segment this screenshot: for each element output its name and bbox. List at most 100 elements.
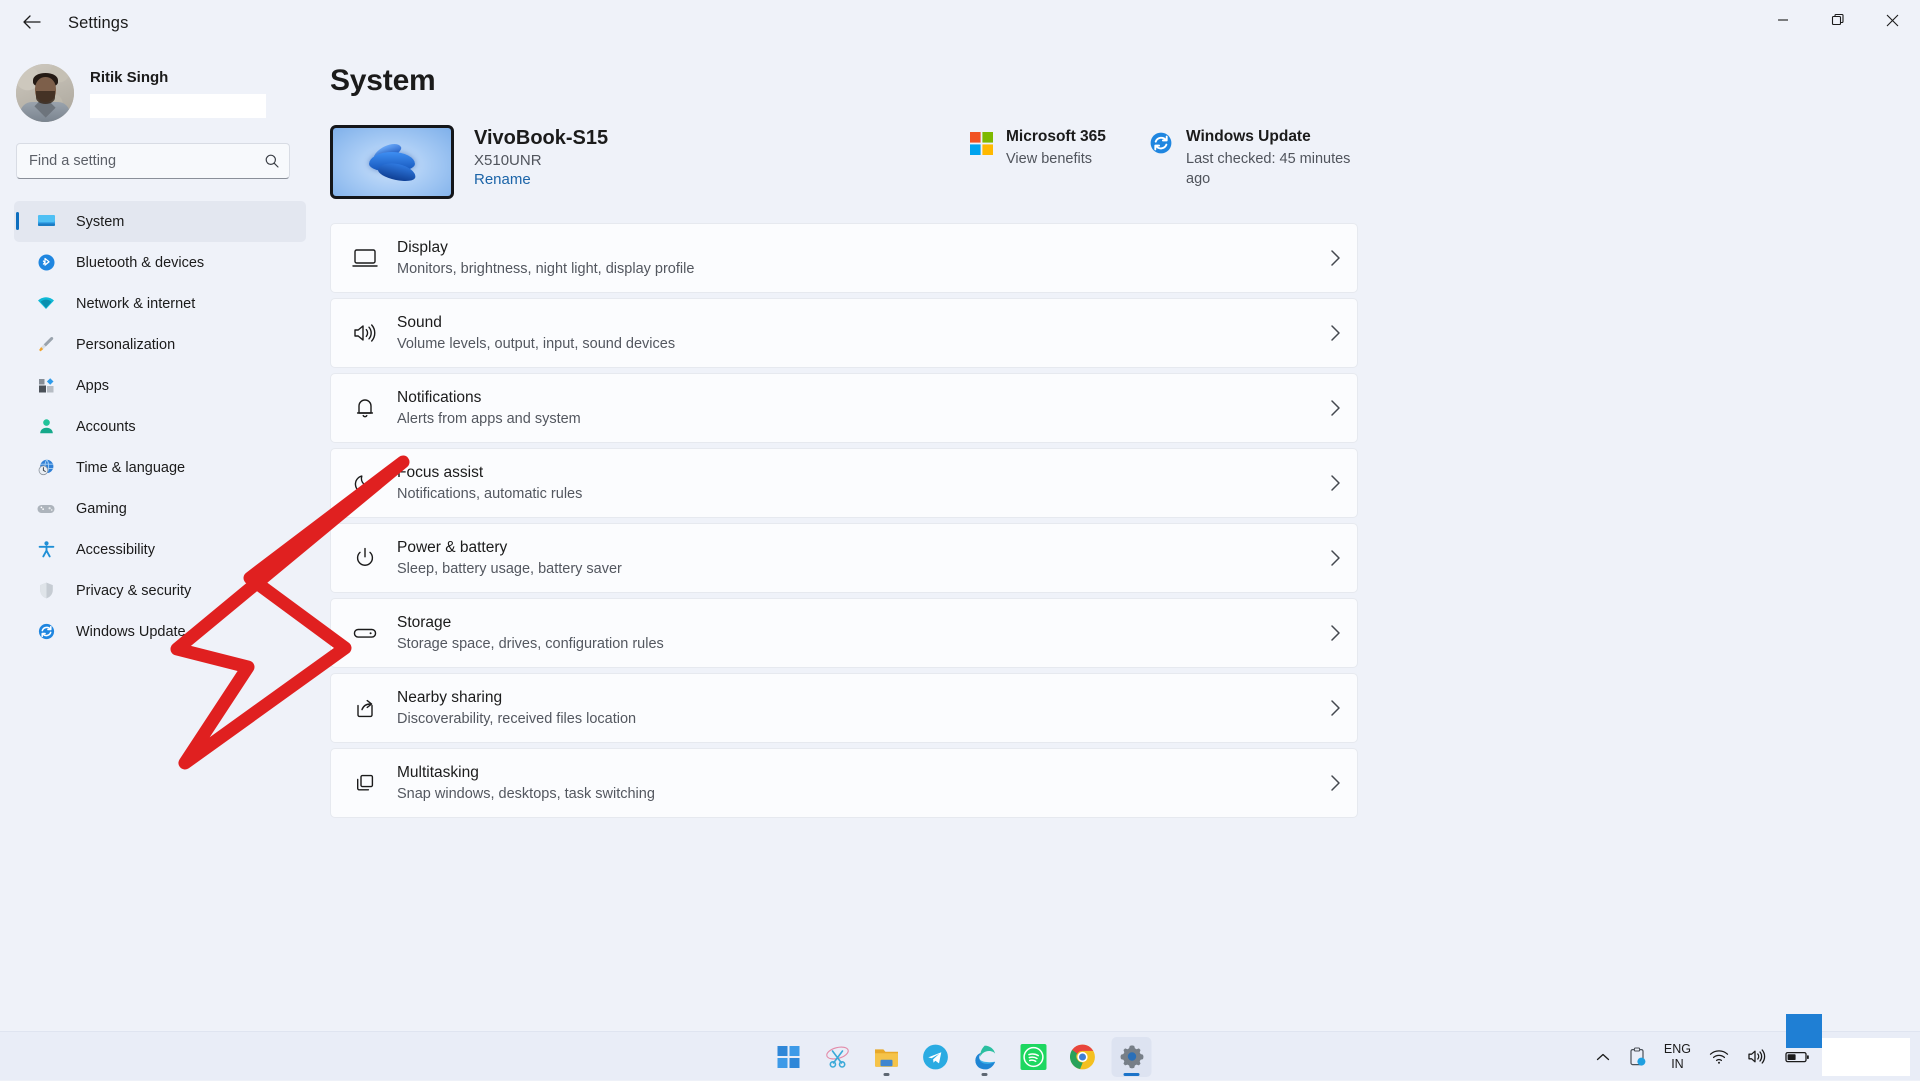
gamepad-icon — [36, 499, 56, 519]
sidebar-item-label: Network & internet — [76, 296, 195, 312]
setting-title: Display — [397, 239, 448, 256]
sidebar-item-system[interactable]: System — [14, 201, 306, 242]
sidebar-item-apps[interactable]: Apps — [14, 365, 306, 406]
sidebar-item-label: Accounts — [76, 419, 136, 435]
speaker-icon — [349, 322, 381, 344]
drive-icon — [349, 623, 381, 643]
edge-icon — [972, 1044, 998, 1070]
tray-wifi-button[interactable] — [1702, 1039, 1736, 1075]
card-title: Microsoft 365 — [1006, 128, 1106, 145]
rename-link[interactable]: Rename — [474, 171, 531, 188]
search-button[interactable] — [255, 144, 289, 178]
setting-subtitle: Alerts from apps and system — [397, 410, 1313, 428]
sidebar-item-label: Accessibility — [76, 542, 155, 558]
chevron-up-icon — [1596, 1052, 1610, 1062]
close-button[interactable] — [1865, 0, 1920, 40]
tray-overflow-button[interactable] — [1589, 1039, 1617, 1075]
setting-title: Notifications — [397, 389, 481, 406]
language-line-1: ENG — [1664, 1042, 1691, 1056]
minimize-button[interactable] — [1755, 0, 1810, 40]
sidebar-item-gaming[interactable]: Gaming — [14, 488, 306, 529]
bluetooth-icon — [36, 253, 56, 273]
device-model: X510UNR — [474, 152, 608, 169]
moon-icon — [349, 471, 381, 495]
user-profile[interactable]: Ritik Singh — [16, 58, 306, 128]
scissors-icon — [825, 1044, 851, 1070]
sidebar-item-personalization[interactable]: Personalization — [14, 324, 306, 365]
spotify-icon — [1021, 1044, 1047, 1070]
accessibility-person-icon — [36, 540, 56, 560]
avatar — [16, 64, 74, 122]
onedrive-sync-icon — [1628, 1047, 1646, 1067]
taskbar-file-explorer[interactable] — [867, 1037, 907, 1077]
sidebar-item-time-language[interactable]: Time & language — [14, 447, 306, 488]
setting-row-multitasking[interactable]: Multitasking Snap windows, desktops, tas… — [330, 748, 1358, 818]
share-icon — [349, 696, 381, 720]
setting-row-focus-assist[interactable]: Focus assist Notifications, automatic ru… — [330, 448, 1358, 518]
taskbar-telegram[interactable] — [916, 1037, 956, 1077]
setting-subtitle: Discoverability, received files location — [397, 710, 1313, 728]
taskbar-snipping-tool[interactable] — [818, 1037, 858, 1077]
setting-row-sound[interactable]: Sound Volume levels, output, input, soun… — [330, 298, 1358, 368]
clock-redaction — [1822, 1038, 1910, 1076]
volume-icon — [1747, 1048, 1767, 1065]
card-subtitle: View benefits — [1006, 150, 1106, 170]
window-title: Settings — [68, 14, 128, 33]
search-box[interactable] — [16, 143, 290, 179]
microsoft-365-card[interactable]: Microsoft 365 View benefits — [960, 122, 1140, 176]
back-arrow-icon — [22, 14, 42, 35]
monitor-icon — [36, 212, 56, 232]
setting-subtitle: Volume levels, output, input, sound devi… — [397, 335, 1313, 353]
battery-icon — [1785, 1049, 1811, 1065]
setting-row-power-battery[interactable]: Power & battery Sleep, battery usage, ba… — [330, 523, 1358, 593]
chrome-icon — [1070, 1044, 1096, 1070]
setting-row-display[interactable]: Display Monitors, brightness, night ligh… — [330, 223, 1358, 293]
taskbar-microsoft-edge[interactable] — [965, 1037, 1005, 1077]
chevron-right-icon — [1313, 474, 1357, 492]
setting-row-storage[interactable]: Storage Storage space, drives, configura… — [330, 598, 1358, 668]
setting-row-notifications[interactable]: Notifications Alerts from apps and syste… — [330, 373, 1358, 443]
setting-title: Power & battery — [397, 539, 507, 556]
maximize-button[interactable] — [1810, 0, 1865, 40]
sidebar-item-windows-update[interactable]: Windows Update — [14, 611, 306, 652]
settings-window: Settings — [0, 0, 1920, 1031]
sidebar-item-network-internet[interactable]: Network & internet — [14, 283, 306, 324]
back-button[interactable] — [12, 8, 52, 40]
bell-icon — [349, 396, 381, 420]
taskbar-google-chrome[interactable] — [1063, 1037, 1103, 1077]
sidebar-item-privacy-security[interactable]: Privacy & security — [14, 570, 306, 611]
taskbar-settings[interactable] — [1112, 1037, 1152, 1077]
sidebar-item-label: Personalization — [76, 337, 175, 353]
tray-clock-area[interactable] — [1822, 1038, 1910, 1076]
sidebar-item-label: Privacy & security — [76, 583, 191, 599]
folder-icon — [874, 1045, 900, 1069]
tray-volume-button[interactable] — [1740, 1039, 1774, 1075]
search-input[interactable] — [17, 153, 255, 169]
chevron-right-icon — [1313, 324, 1357, 342]
setting-title: Multitasking — [397, 764, 479, 781]
profile-name: Ritik Singh — [90, 69, 266, 86]
sidebar-item-accounts[interactable]: Accounts — [14, 406, 306, 447]
sidebar-item-bluetooth-devices[interactable]: Bluetooth & devices — [14, 242, 306, 283]
taskbar: ENG IN — [0, 1031, 1920, 1080]
tray-language-button[interactable]: ENG IN — [1657, 1039, 1698, 1075]
windows-start-icon — [778, 1046, 800, 1068]
minimize-icon — [1777, 14, 1789, 26]
taskbar-start-button[interactable] — [769, 1037, 809, 1077]
sidebar-item-label: Gaming — [76, 501, 127, 517]
sidebar-item-accessibility[interactable]: Accessibility — [14, 529, 306, 570]
setting-title: Sound — [397, 314, 442, 331]
taskbar-spotify[interactable] — [1014, 1037, 1054, 1077]
sidebar-nav: System Bluetooth & devices — [14, 201, 306, 652]
setting-title: Nearby sharing — [397, 689, 502, 706]
tray-onedrive-button[interactable] — [1621, 1039, 1653, 1075]
chevron-right-icon — [1313, 624, 1357, 642]
device-thumbnail — [330, 125, 454, 199]
windows-update-card[interactable]: Windows Update Last checked: 45 minutes … — [1140, 122, 1370, 195]
chevron-right-icon — [1313, 399, 1357, 417]
chevron-right-icon — [1313, 549, 1357, 567]
card-subtitle: Last checked: 45 minutes ago — [1186, 150, 1362, 189]
taskbar-apps — [769, 1032, 1152, 1081]
setting-row-nearby-sharing[interactable]: Nearby sharing Discoverability, received… — [330, 673, 1358, 743]
chevron-right-icon — [1313, 699, 1357, 717]
